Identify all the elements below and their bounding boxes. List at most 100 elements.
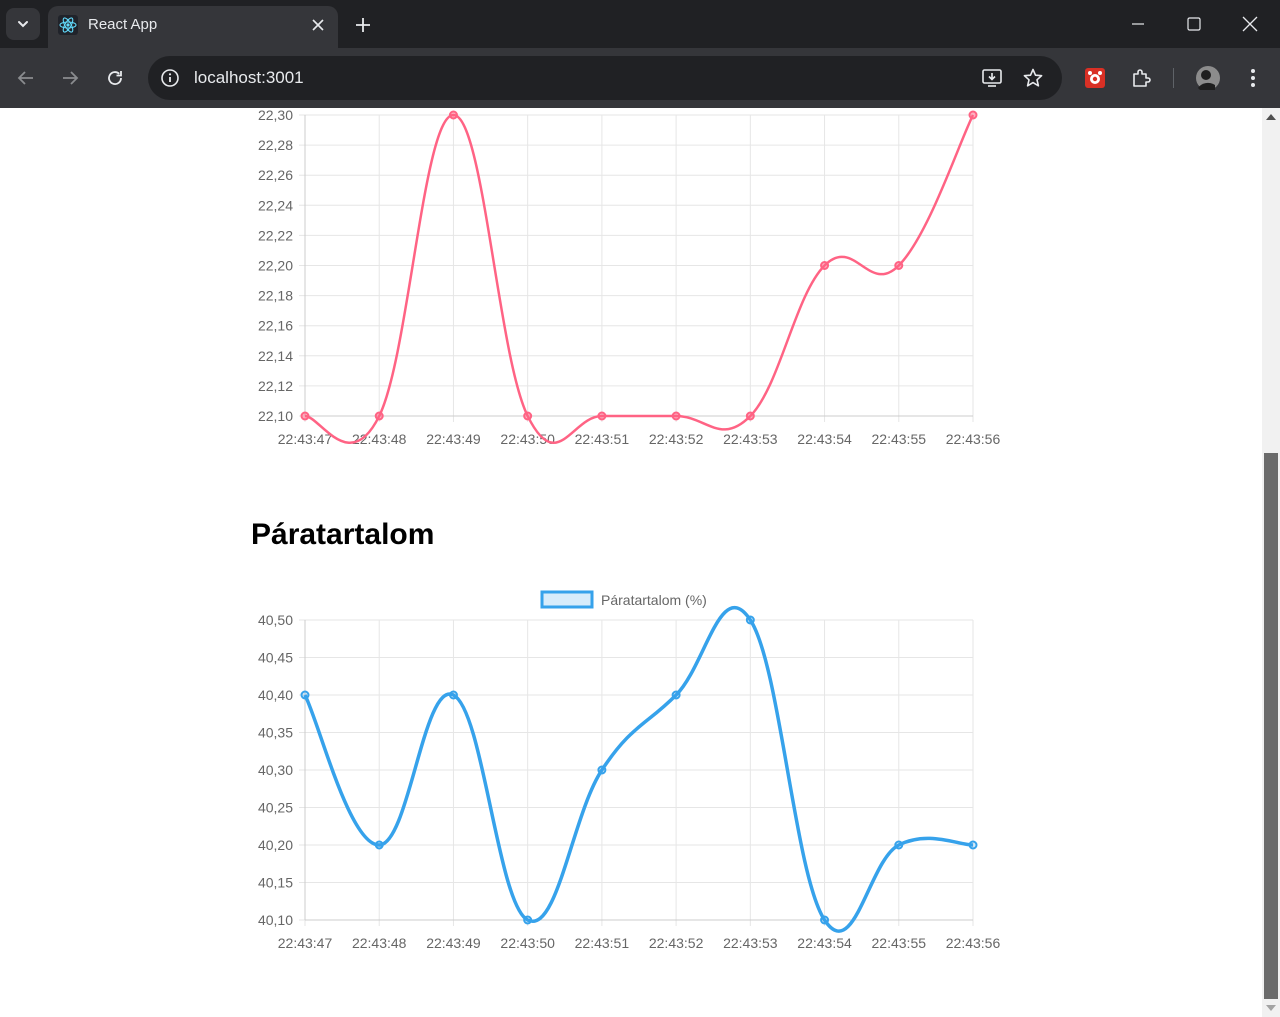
arrow-left-icon xyxy=(17,71,33,85)
close-window-button[interactable] xyxy=(1222,0,1278,48)
data-point[interactable] xyxy=(597,411,607,421)
data-point[interactable] xyxy=(374,411,384,421)
scroll-down-arrow[interactable] xyxy=(1266,1005,1276,1011)
data-point[interactable] xyxy=(300,411,310,421)
data-point[interactable] xyxy=(820,915,830,925)
data-point[interactable] xyxy=(894,840,904,850)
y-tick-label: 22,16 xyxy=(258,318,293,334)
x-tick-label: 22:43:51 xyxy=(575,431,630,447)
scrollbar-thumb[interactable] xyxy=(1264,453,1278,999)
data-point[interactable] xyxy=(671,690,681,700)
humidity-chart: Páratartalom (%) 40,50 40,45 40,40 40,35 40,… xyxy=(258,590,1000,951)
browser-toolbar: localhost:3001 xyxy=(0,48,1280,108)
y-tick-label: 22,18 xyxy=(258,288,293,304)
data-point[interactable] xyxy=(523,915,533,925)
scroll-up-arrow[interactable] xyxy=(1266,114,1276,120)
minimize-icon xyxy=(1132,23,1144,25)
x-tick-label: 22:43:47 xyxy=(278,935,333,951)
y-tick-label: 40,40 xyxy=(258,687,293,703)
new-tab-button[interactable] xyxy=(350,12,376,38)
x-tick-label: 22:43:49 xyxy=(426,431,481,447)
temperature-series-line xyxy=(304,113,975,444)
chart-legend[interactable]: Páratartalom (%) xyxy=(540,590,707,609)
x-tick-label: 22:43:53 xyxy=(723,935,778,951)
data-point[interactable] xyxy=(374,840,384,850)
y-tick-label: 22,12 xyxy=(258,378,293,394)
x-tick-label: 22:43:50 xyxy=(500,935,555,951)
close-icon xyxy=(1242,16,1258,32)
y-tick-label: 40,15 xyxy=(258,875,293,891)
y-tick-label: 40,45 xyxy=(258,650,293,666)
maximize-button[interactable] xyxy=(1166,0,1222,48)
browser-menu-button[interactable] xyxy=(1238,63,1268,93)
page-viewport: 22,30 22,28 22,26 22,24 22,22 22,20 22,18 22,16… xyxy=(0,108,1262,1017)
minimize-button[interactable] xyxy=(1110,0,1166,48)
temperature-chart: 22,30 22,28 22,26 22,24 22,22 22,20 22,18 22,16… xyxy=(258,108,1001,447)
plus-icon xyxy=(356,18,370,32)
x-tick-label: 22:43:50 xyxy=(500,431,555,447)
close-icon xyxy=(312,19,324,31)
x-tick-label: 22:43:52 xyxy=(649,935,704,951)
legend-swatch xyxy=(540,590,594,609)
data-point[interactable] xyxy=(448,110,458,120)
data-point[interactable] xyxy=(448,690,458,700)
install-app-button[interactable] xyxy=(980,66,1004,90)
data-point[interactable] xyxy=(745,615,755,625)
data-point[interactable] xyxy=(894,261,904,270)
data-point[interactable] xyxy=(523,411,533,421)
chart-grid xyxy=(299,114,974,422)
bookmark-button[interactable] xyxy=(1021,66,1045,90)
forward-button[interactable] xyxy=(55,63,85,93)
y-tick-label: 22,30 xyxy=(258,108,293,123)
site-info-button[interactable] xyxy=(158,66,182,90)
profile-button[interactable] xyxy=(1193,63,1223,93)
y-tick-label: 22,22 xyxy=(258,227,293,243)
extension-icon xyxy=(1085,68,1105,88)
install-app-icon xyxy=(982,69,1002,87)
y-tick-label: 40,35 xyxy=(258,725,293,741)
info-icon xyxy=(161,69,179,87)
x-tick-label: 22:43:54 xyxy=(797,431,852,447)
data-point[interactable] xyxy=(968,840,978,850)
reload-icon xyxy=(108,71,122,85)
data-point[interactable] xyxy=(968,110,978,120)
x-tick-label: 22:43:51 xyxy=(575,935,630,951)
x-tick-label: 22:43:56 xyxy=(946,431,1001,447)
data-point[interactable] xyxy=(745,411,755,421)
legend-label: Páratartalom (%) xyxy=(601,592,707,608)
data-point[interactable] xyxy=(597,765,607,775)
y-tick-label: 22,28 xyxy=(258,137,293,153)
data-point[interactable] xyxy=(300,690,310,700)
y-tick-label: 40,20 xyxy=(258,837,293,853)
browser-tab[interactable]: React App xyxy=(48,6,338,48)
address-bar[interactable]: localhost:3001 xyxy=(148,56,1062,100)
y-axis-ticks: 22,30 22,28 22,26 22,24 22,22 22,20 22,18 22,16… xyxy=(258,108,293,424)
y-tick-label: 22,24 xyxy=(258,197,293,213)
puzzle-icon xyxy=(1133,69,1151,87)
tab-close-button[interactable] xyxy=(308,15,328,35)
x-tick-label: 22:43:55 xyxy=(872,935,927,951)
x-tick-label: 22:43:53 xyxy=(723,431,778,447)
page-scrollbar[interactable] xyxy=(1262,108,1280,1017)
react-icon xyxy=(58,15,78,35)
y-tick-label: 40,10 xyxy=(258,912,293,928)
extensions-menu-button[interactable] xyxy=(1126,63,1156,93)
y-tick-label: 22,14 xyxy=(258,348,293,364)
toolbar-divider xyxy=(1173,68,1174,88)
y-tick-label: 40,50 xyxy=(258,612,293,628)
reload-button[interactable] xyxy=(100,63,130,93)
data-point[interactable] xyxy=(671,411,681,421)
x-axis-ticks: 22:43:47 22:43:48 22:43:49 22:43:50 22:43:51… xyxy=(278,431,1001,447)
avatar xyxy=(1196,66,1220,90)
tab-search-button[interactable] xyxy=(6,8,40,40)
x-tick-label: 22:43:55 xyxy=(872,431,927,447)
star-icon xyxy=(1023,68,1043,87)
extension-button[interactable] xyxy=(1080,63,1110,93)
url-text[interactable]: localhost:3001 xyxy=(194,68,304,88)
y-tick-label: 40,30 xyxy=(258,762,293,778)
x-tick-label: 22:43:54 xyxy=(797,935,852,951)
x-tick-label: 22:43:52 xyxy=(649,431,704,447)
y-axis-ticks: 40,50 40,45 40,40 40,35 40,30 40,25 40,20 40,15… xyxy=(258,612,293,928)
back-button[interactable] xyxy=(11,63,41,93)
data-point[interactable] xyxy=(820,261,830,270)
